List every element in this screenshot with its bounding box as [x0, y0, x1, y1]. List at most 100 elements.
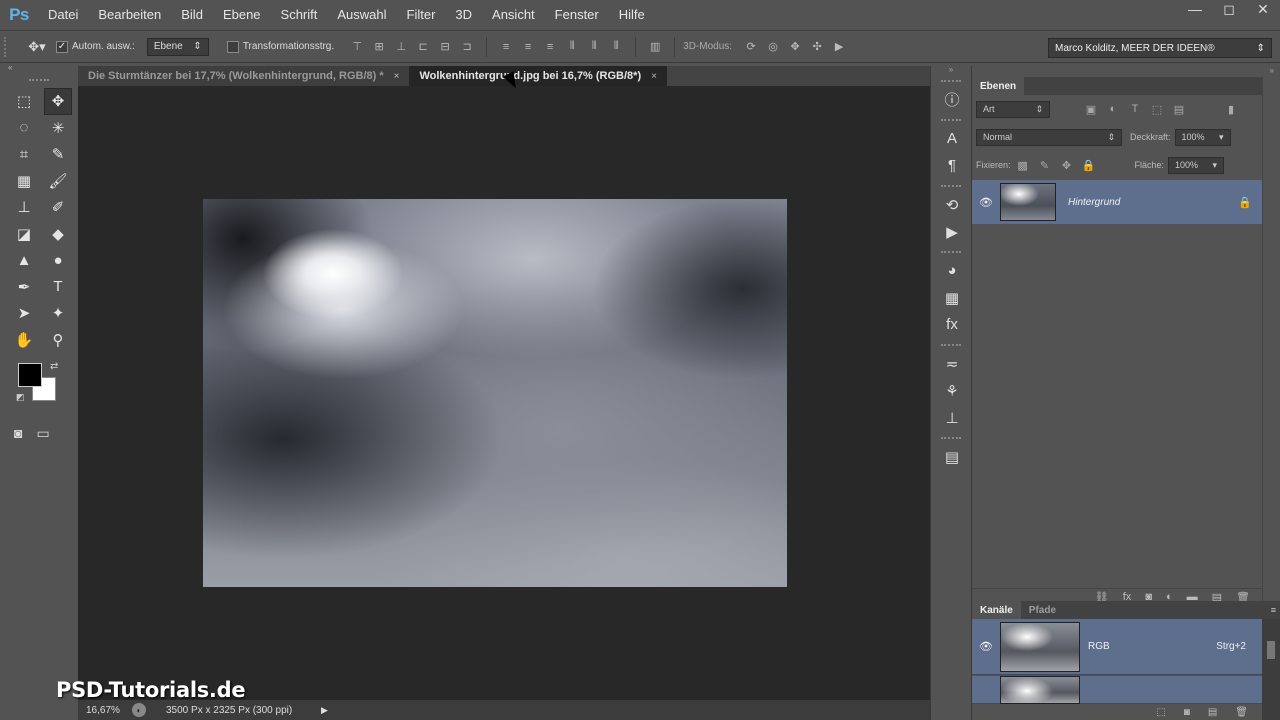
move-tool-preset-icon[interactable]: ✥▾ [18, 39, 56, 55]
distribute-hcenter-icon[interactable]: ⫴ [586, 39, 602, 55]
delete-channel-icon[interactable]: 🗑 [1235, 707, 1248, 718]
auto-align-icon[interactable]: ▥ [647, 39, 663, 55]
visibility-eye-icon[interactable]: 👁 [972, 640, 1000, 653]
distribute-top-icon[interactable]: ≡ [498, 39, 514, 55]
menu-bearbeiten[interactable]: Bearbeiten [88, 0, 171, 30]
tab-ebenen[interactable]: Ebenen [972, 77, 1025, 95]
distribute-vcenter-icon[interactable]: ≡ [520, 39, 536, 55]
path-selection-tool-icon[interactable]: ➤ [10, 300, 38, 327]
toolbar-grip[interactable] [29, 79, 49, 82]
menu-ebene[interactable]: Ebene [213, 0, 271, 30]
filter-toggle-icon[interactable]: ▮ [1222, 101, 1240, 117]
lock-pixels-icon[interactable]: ✎ [1037, 159, 1053, 172]
layers-scrollbar[interactable] [1262, 77, 1280, 605]
menu-filter[interactable]: Filter [397, 0, 446, 30]
close-button[interactable]: ✕ [1246, 0, 1280, 18]
menu-fenster[interactable]: Fenster [545, 0, 609, 30]
strip-grip[interactable] [941, 185, 961, 187]
align-bottom-icon[interactable]: ⊥ [393, 39, 409, 55]
quick-mask-icon[interactable]: ◙ [14, 425, 22, 442]
paragraph-icon[interactable]: ¶ [931, 152, 973, 179]
rotate-3d-icon[interactable]: ⟳ [743, 39, 759, 55]
tab-sturmtaenzer[interactable]: Die Sturmtänzer bei 17,7% (Wolkenhinterg… [78, 66, 410, 86]
blend-mode-dropdown[interactable]: Normal ⇕ [976, 128, 1122, 146]
roll-3d-icon[interactable]: ◎ [765, 39, 781, 55]
lock-transparency-icon[interactable]: ▩ [1015, 159, 1031, 172]
camera-3d-icon[interactable]: ▶ [831, 39, 847, 55]
align-vcenter-icon[interactable]: ⊞ [371, 39, 387, 55]
align-hcenter-icon[interactable]: ⊟ [437, 39, 453, 55]
filter-kind-dropdown[interactable]: Art ⇕ [976, 100, 1050, 118]
history-brush-tool-icon[interactable]: ✐ [44, 194, 72, 221]
swatches-icon[interactable]: ▦ [931, 284, 973, 311]
transform-checkbox[interactable] [226, 40, 239, 53]
tab-pfade[interactable]: Pfade [1021, 601, 1064, 619]
pan-3d-icon[interactable]: ✥ [787, 39, 803, 55]
channel-thumbnail[interactable] [1000, 621, 1080, 672]
menu-auswahl[interactable]: Auswahl [327, 0, 396, 30]
eyedropper-tool-icon[interactable]: ✎ [44, 141, 72, 168]
strip-grip[interactable] [941, 437, 961, 439]
distribute-bottom-icon[interactable]: ≡ [542, 39, 558, 55]
distribute-right-icon[interactable]: ⫴ [608, 39, 624, 55]
healing-brush-tool-icon[interactable]: ▦ [10, 168, 38, 195]
menu-bild[interactable]: Bild [171, 0, 213, 30]
lock-all-icon[interactable]: 🔒 [1081, 159, 1097, 172]
align-left-icon[interactable]: ⊏ [415, 39, 431, 55]
properties-icon[interactable]: ▤ [931, 443, 973, 470]
tab-close-icon[interactable]: × [651, 71, 657, 82]
status-menu-arrow-icon[interactable]: ▶ [321, 705, 328, 716]
swap-colors-icon[interactable]: ⇄ [50, 361, 58, 372]
distribute-left-icon[interactable]: ⫴ [564, 39, 580, 55]
tab-wolkenhintergrund[interactable]: Wolkenhintergrund.jpg bei 16,7% (RGB/8*)… [409, 66, 667, 86]
new-channel-icon[interactable]: ▤ [1208, 707, 1217, 718]
blur-tool-icon[interactable]: ▲ [10, 247, 38, 274]
pen-tool-icon[interactable]: ✒ [10, 274, 38, 301]
adjustments-icon[interactable]: ≂ [931, 350, 973, 377]
channels-scrollbar[interactable] [1262, 619, 1280, 720]
menu-datei[interactable]: Datei [38, 0, 88, 30]
filter-pixel-icon[interactable]: ▣ [1082, 101, 1100, 117]
zoom-tool-icon[interactable]: ⚲ [44, 327, 72, 354]
align-right-icon[interactable]: ⊐ [459, 39, 475, 55]
foreground-color-swatch[interactable] [18, 363, 42, 387]
auto-select-checkbox[interactable]: ✓ [56, 40, 68, 53]
color-icon[interactable]: ◕ [931, 257, 973, 284]
menu-3d[interactable]: 3D [445, 0, 482, 30]
channel-row-rgb[interactable]: 👁 RGB Strg+2 [972, 619, 1262, 675]
filter-type-icon[interactable]: T [1126, 101, 1144, 117]
layer-row[interactable]: 👁 Hintergrund 🔒 [972, 180, 1262, 224]
info-icon[interactable]: ⓘ [931, 86, 973, 113]
panel-menu-icon[interactable]: ≡ [1271, 605, 1276, 615]
history-icon[interactable]: ⟲ [931, 191, 973, 218]
channel-thumbnail[interactable] [1000, 676, 1080, 704]
custom-shape-tool-icon[interactable]: ✦ [44, 300, 72, 327]
document-canvas-area[interactable] [78, 86, 930, 700]
rect-marquee-tool-icon[interactable]: ⬚ [10, 88, 38, 115]
align-top-icon[interactable]: ⊤ [349, 39, 365, 55]
filter-adjustment-icon[interactable]: ◐ [1104, 101, 1122, 117]
zoom-level[interactable]: 16,67% [78, 705, 124, 716]
maximize-button[interactable]: ◻ [1212, 0, 1246, 18]
menu-schrift[interactable]: Schrift [271, 0, 328, 30]
collapse-panels-icon[interactable]: » [972, 66, 1280, 77]
lasso-tool-icon[interactable]: ◌ [10, 115, 38, 142]
collapse-strip-icon[interactable]: » [931, 66, 971, 74]
layer-name[interactable]: Hintergrund [1068, 197, 1238, 208]
visibility-eye-icon[interactable]: 👁 [972, 196, 1000, 209]
screen-mode-icon[interactable]: ▭ [36, 425, 49, 442]
character-icon[interactable]: A [931, 125, 973, 152]
options-grip[interactable] [4, 36, 18, 57]
strip-grip[interactable] [941, 251, 961, 253]
crop-tool-icon[interactable]: ⌗ [10, 141, 38, 168]
tab-close-icon[interactable]: × [394, 71, 400, 82]
brush-presets-icon[interactable]: ⚘ [931, 377, 973, 404]
clone-stamp-tool-icon[interactable]: ⊥ [10, 194, 38, 221]
brush-tool-icon[interactable]: 🖌 [44, 168, 72, 195]
strip-grip[interactable] [941, 119, 961, 121]
type-tool-icon[interactable]: T [44, 274, 72, 301]
paint-bucket-tool-icon[interactable]: ◆ [44, 221, 72, 248]
filter-shape-icon[interactable]: ⬚ [1148, 101, 1166, 117]
collapse-toolbar-icon[interactable]: « [0, 63, 78, 77]
dodge-tool-icon[interactable]: ● [44, 247, 72, 274]
